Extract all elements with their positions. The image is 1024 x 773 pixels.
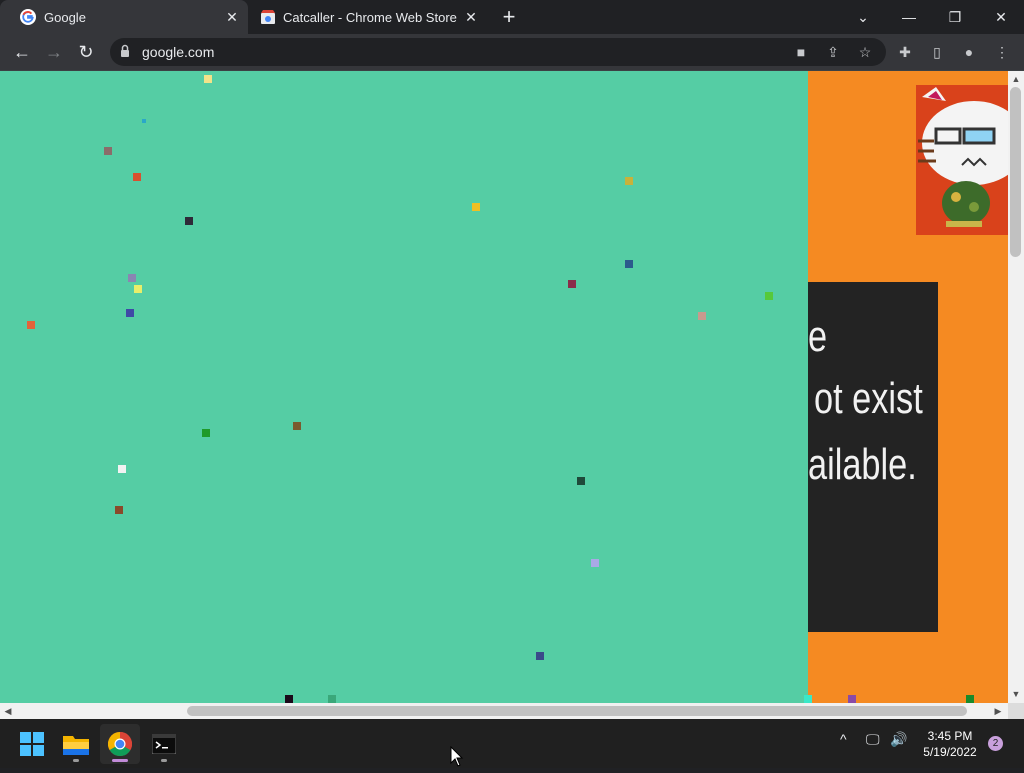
particle <box>848 695 856 703</box>
start-icon[interactable] <box>12 724 52 764</box>
forward-button[interactable]: → <box>42 40 66 64</box>
mouse-cursor-icon <box>450 745 464 773</box>
particle <box>118 465 126 473</box>
tab-catcaller[interactable]: Catcaller - Chrome Web Store ✕ <box>248 0 488 34</box>
menu-icon[interactable]: ⋮ <box>992 42 1012 62</box>
side-panel-icon[interactable]: ▯ <box>927 42 947 62</box>
chrome-icon[interactable] <box>100 724 140 764</box>
terminal-icon[interactable] <box>144 724 184 764</box>
particle <box>104 147 112 155</box>
particle <box>142 119 146 123</box>
particle <box>591 559 599 567</box>
particle <box>472 203 480 211</box>
cat-mascot-image <box>916 85 1008 235</box>
google-icon <box>20 9 36 25</box>
particle <box>27 321 35 329</box>
particle <box>285 695 293 703</box>
horizontal-scroll-thumb[interactable] <box>187 706 967 716</box>
bookmark-star-icon[interactable]: ☆ <box>855 42 875 62</box>
active-indicator <box>112 759 128 762</box>
tab-search-icon[interactable]: ⌄ <box>840 0 886 34</box>
particle <box>134 285 142 293</box>
particle <box>126 309 134 317</box>
particle <box>698 312 706 320</box>
particle <box>966 695 974 703</box>
network-icon[interactable]: 🖵 <box>866 731 880 748</box>
particle <box>133 173 141 181</box>
scrollbar-corner <box>1008 703 1024 719</box>
file-explorer-icon[interactable] <box>56 724 96 764</box>
system-clock[interactable]: 3:45 PM 5/19/2022 <box>918 728 982 760</box>
error-text-line-2: ot exist <box>814 374 923 423</box>
particle <box>625 177 633 185</box>
windows-taskbar: ^ 🖵 🔊 3:45 PM 5/19/2022 2 <box>0 719 1024 768</box>
scroll-left-icon[interactable]: ◀ <box>3 706 13 716</box>
tab-title: Google <box>44 10 86 25</box>
minimize-button[interactable]: — <box>886 0 932 34</box>
error-message-box: e ot exist ailable. <box>808 282 938 632</box>
horizontal-scrollbar[interactable]: ◀ ▶ <box>0 703 1008 719</box>
scroll-right-icon[interactable]: ▶ <box>993 706 1003 716</box>
error-text-line-3: ailable. <box>808 440 917 489</box>
notification-badge[interactable]: 2 <box>988 736 1003 751</box>
teal-background <box>0 71 808 703</box>
lock-icon[interactable] <box>120 44 130 63</box>
error-text-line-1: e <box>808 312 828 361</box>
close-window-button[interactable]: ✕ <box>978 0 1024 34</box>
close-tab-icon[interactable]: ✕ <box>463 9 479 25</box>
restore-button[interactable]: ❐ <box>932 0 978 34</box>
particle <box>765 292 773 300</box>
vertical-scrollbar[interactable]: ▲ ▼ <box>1008 71 1024 703</box>
particle <box>293 422 301 430</box>
extensions-icon[interactable]: ✚ <box>895 42 915 62</box>
profile-icon[interactable]: ● <box>959 42 979 62</box>
page-content: e ot exist ailable. <box>0 71 1008 703</box>
chevron-up-icon[interactable]: ^ <box>840 731 847 747</box>
camera-icon[interactable]: ■ <box>791 42 811 62</box>
volume-icon[interactable]: 🔊 <box>890 731 907 748</box>
browser-toolbar: ← → ↻ google.com ■ ⇪ ☆ ✚ ▯ ● ⋮ <box>0 34 1024 71</box>
particle <box>202 429 210 437</box>
scroll-up-icon[interactable]: ▲ <box>1011 74 1021 84</box>
clock-date: 5/19/2022 <box>923 745 977 759</box>
particle <box>128 274 136 282</box>
particle <box>536 652 544 660</box>
tab-google[interactable]: Google ✕ <box>0 0 248 34</box>
tab-strip: Google ✕ Catcaller - Chrome Web Store ✕ … <box>0 0 1024 34</box>
particle <box>625 260 633 268</box>
clock-time: 3:45 PM <box>927 729 973 743</box>
new-tab-button[interactable]: + <box>499 6 519 28</box>
reload-button[interactable]: ↻ <box>74 40 98 64</box>
particle <box>185 217 193 225</box>
vertical-scroll-thumb[interactable] <box>1010 87 1021 257</box>
url-text: google.com <box>142 44 215 60</box>
particle <box>204 75 212 83</box>
running-indicator <box>161 759 167 762</box>
particle <box>115 506 123 514</box>
particle <box>568 280 576 288</box>
back-button[interactable]: ← <box>10 40 34 64</box>
particle <box>804 695 812 703</box>
webstore-icon <box>260 9 276 25</box>
particle <box>577 477 585 485</box>
address-bar[interactable]: google.com <box>110 38 886 66</box>
running-indicator <box>73 759 79 762</box>
particle <box>328 695 336 703</box>
share-icon[interactable]: ⇪ <box>823 42 843 62</box>
scroll-down-icon[interactable]: ▼ <box>1011 689 1021 699</box>
close-tab-icon[interactable]: ✕ <box>224 9 240 25</box>
tab-title: Catcaller - Chrome Web Store <box>283 10 457 25</box>
